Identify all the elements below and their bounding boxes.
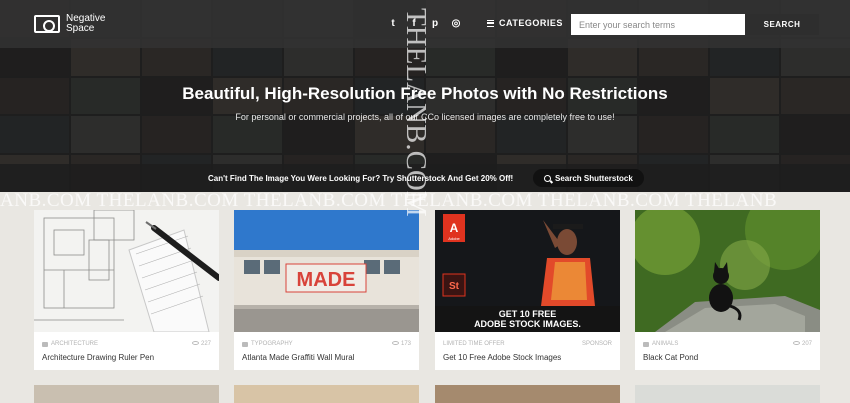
search-shutterstock-button[interactable]: Search Shutterstock [533, 169, 644, 187]
card-title[interactable]: Atlanta Made Graffiti Wall Mural [242, 353, 354, 362]
sponsor-ad-image[interactable]: A Adobe St GET 10 FREE ADOBE STOCK IMAGE… [435, 210, 620, 332]
black-cat-image [635, 210, 820, 332]
camera-icon [643, 341, 649, 347]
logo-name-line2: Space [66, 23, 95, 34]
card-view-count: 227 [200, 341, 211, 347]
categories-menu-button[interactable]: CATEGORIES [487, 18, 563, 28]
photo-thumbnail-architecture[interactable] [34, 210, 219, 332]
card-category[interactable]: ANIMALS [652, 341, 678, 347]
instagram-icon[interactable]: ◎ [451, 18, 461, 30]
site-logo[interactable]: Negative Space [34, 14, 116, 34]
photo-card-animals[interactable]: ANIMALS 207 Black Cat Pond [635, 210, 820, 370]
hamburger-icon [487, 19, 494, 27]
photo-thumbnail-animals[interactable] [635, 210, 820, 332]
page: Negative Space t f p ◎ CATEGORIES SEARCH… [0, 0, 850, 403]
eye-icon [391, 341, 399, 345]
eye-icon [191, 341, 199, 345]
camera-icon [242, 341, 248, 347]
card-category[interactable]: LIMITED TIME OFFER [443, 341, 505, 347]
ad-banner-line1: GET 10 FREE [498, 309, 557, 319]
photo-card-partial[interactable] [234, 385, 419, 403]
camera-icon [42, 341, 48, 347]
search-icon [544, 174, 551, 182]
made-mural-image: MADE [234, 210, 419, 332]
card-title[interactable]: Architecture Drawing Ruler Pen [42, 353, 154, 362]
photo-card-architecture[interactable]: ARCHITECTURE 227 Architecture Drawing Ru… [34, 210, 219, 370]
card-title[interactable]: Get 10 Free Adobe Stock Images [443, 353, 561, 362]
twitter-icon[interactable]: t [388, 18, 398, 30]
photo-card-sponsor[interactable]: A Adobe St GET 10 FREE ADOBE STOCK IMAGE… [435, 210, 620, 370]
photo-card-partial[interactable] [34, 385, 219, 403]
search-shutterstock-label: Search Shutterstock [555, 173, 633, 183]
ad-banner: GET 10 FREE ADOBE STOCK IMAGES. [435, 306, 620, 332]
sponsor-tag: SPONSOR [581, 341, 612, 347]
adobe-label: Adobe [448, 236, 460, 241]
search-input[interactable] [571, 14, 745, 35]
architecture-drawing-image [34, 210, 219, 332]
promo-text: Can't Find The Image You Were Looking Fo… [208, 174, 514, 183]
ad-banner-line2: ADOBE STOCK IMAGES. [474, 319, 581, 329]
adobe-st-label: St [449, 281, 460, 292]
camera-logo-icon [34, 15, 60, 33]
card-view-count: 207 [801, 341, 812, 347]
categories-label: CATEGORIES [499, 18, 563, 28]
eye-icon [792, 341, 800, 345]
card-view-count: 173 [400, 341, 411, 347]
photo-card-typography[interactable]: MADE TYPOGRAPHY 173 Atlanta Made Graffit… [234, 210, 419, 370]
card-category[interactable]: TYPOGRAPHY [251, 341, 293, 347]
card-category[interactable]: ARCHITECTURE [51, 341, 98, 347]
card-title[interactable]: Black Cat Pond [643, 353, 698, 362]
watermark-vertical: THELANB.COM [400, 8, 432, 217]
photo-card-partial[interactable] [435, 385, 620, 403]
photo-thumbnail-typography[interactable]: MADE [234, 210, 419, 332]
search-button[interactable]: SEARCH [745, 14, 819, 35]
svg-text:A: A [450, 221, 459, 235]
mural-sign-text: MADE [297, 269, 356, 291]
photo-card-partial[interactable] [635, 385, 820, 403]
